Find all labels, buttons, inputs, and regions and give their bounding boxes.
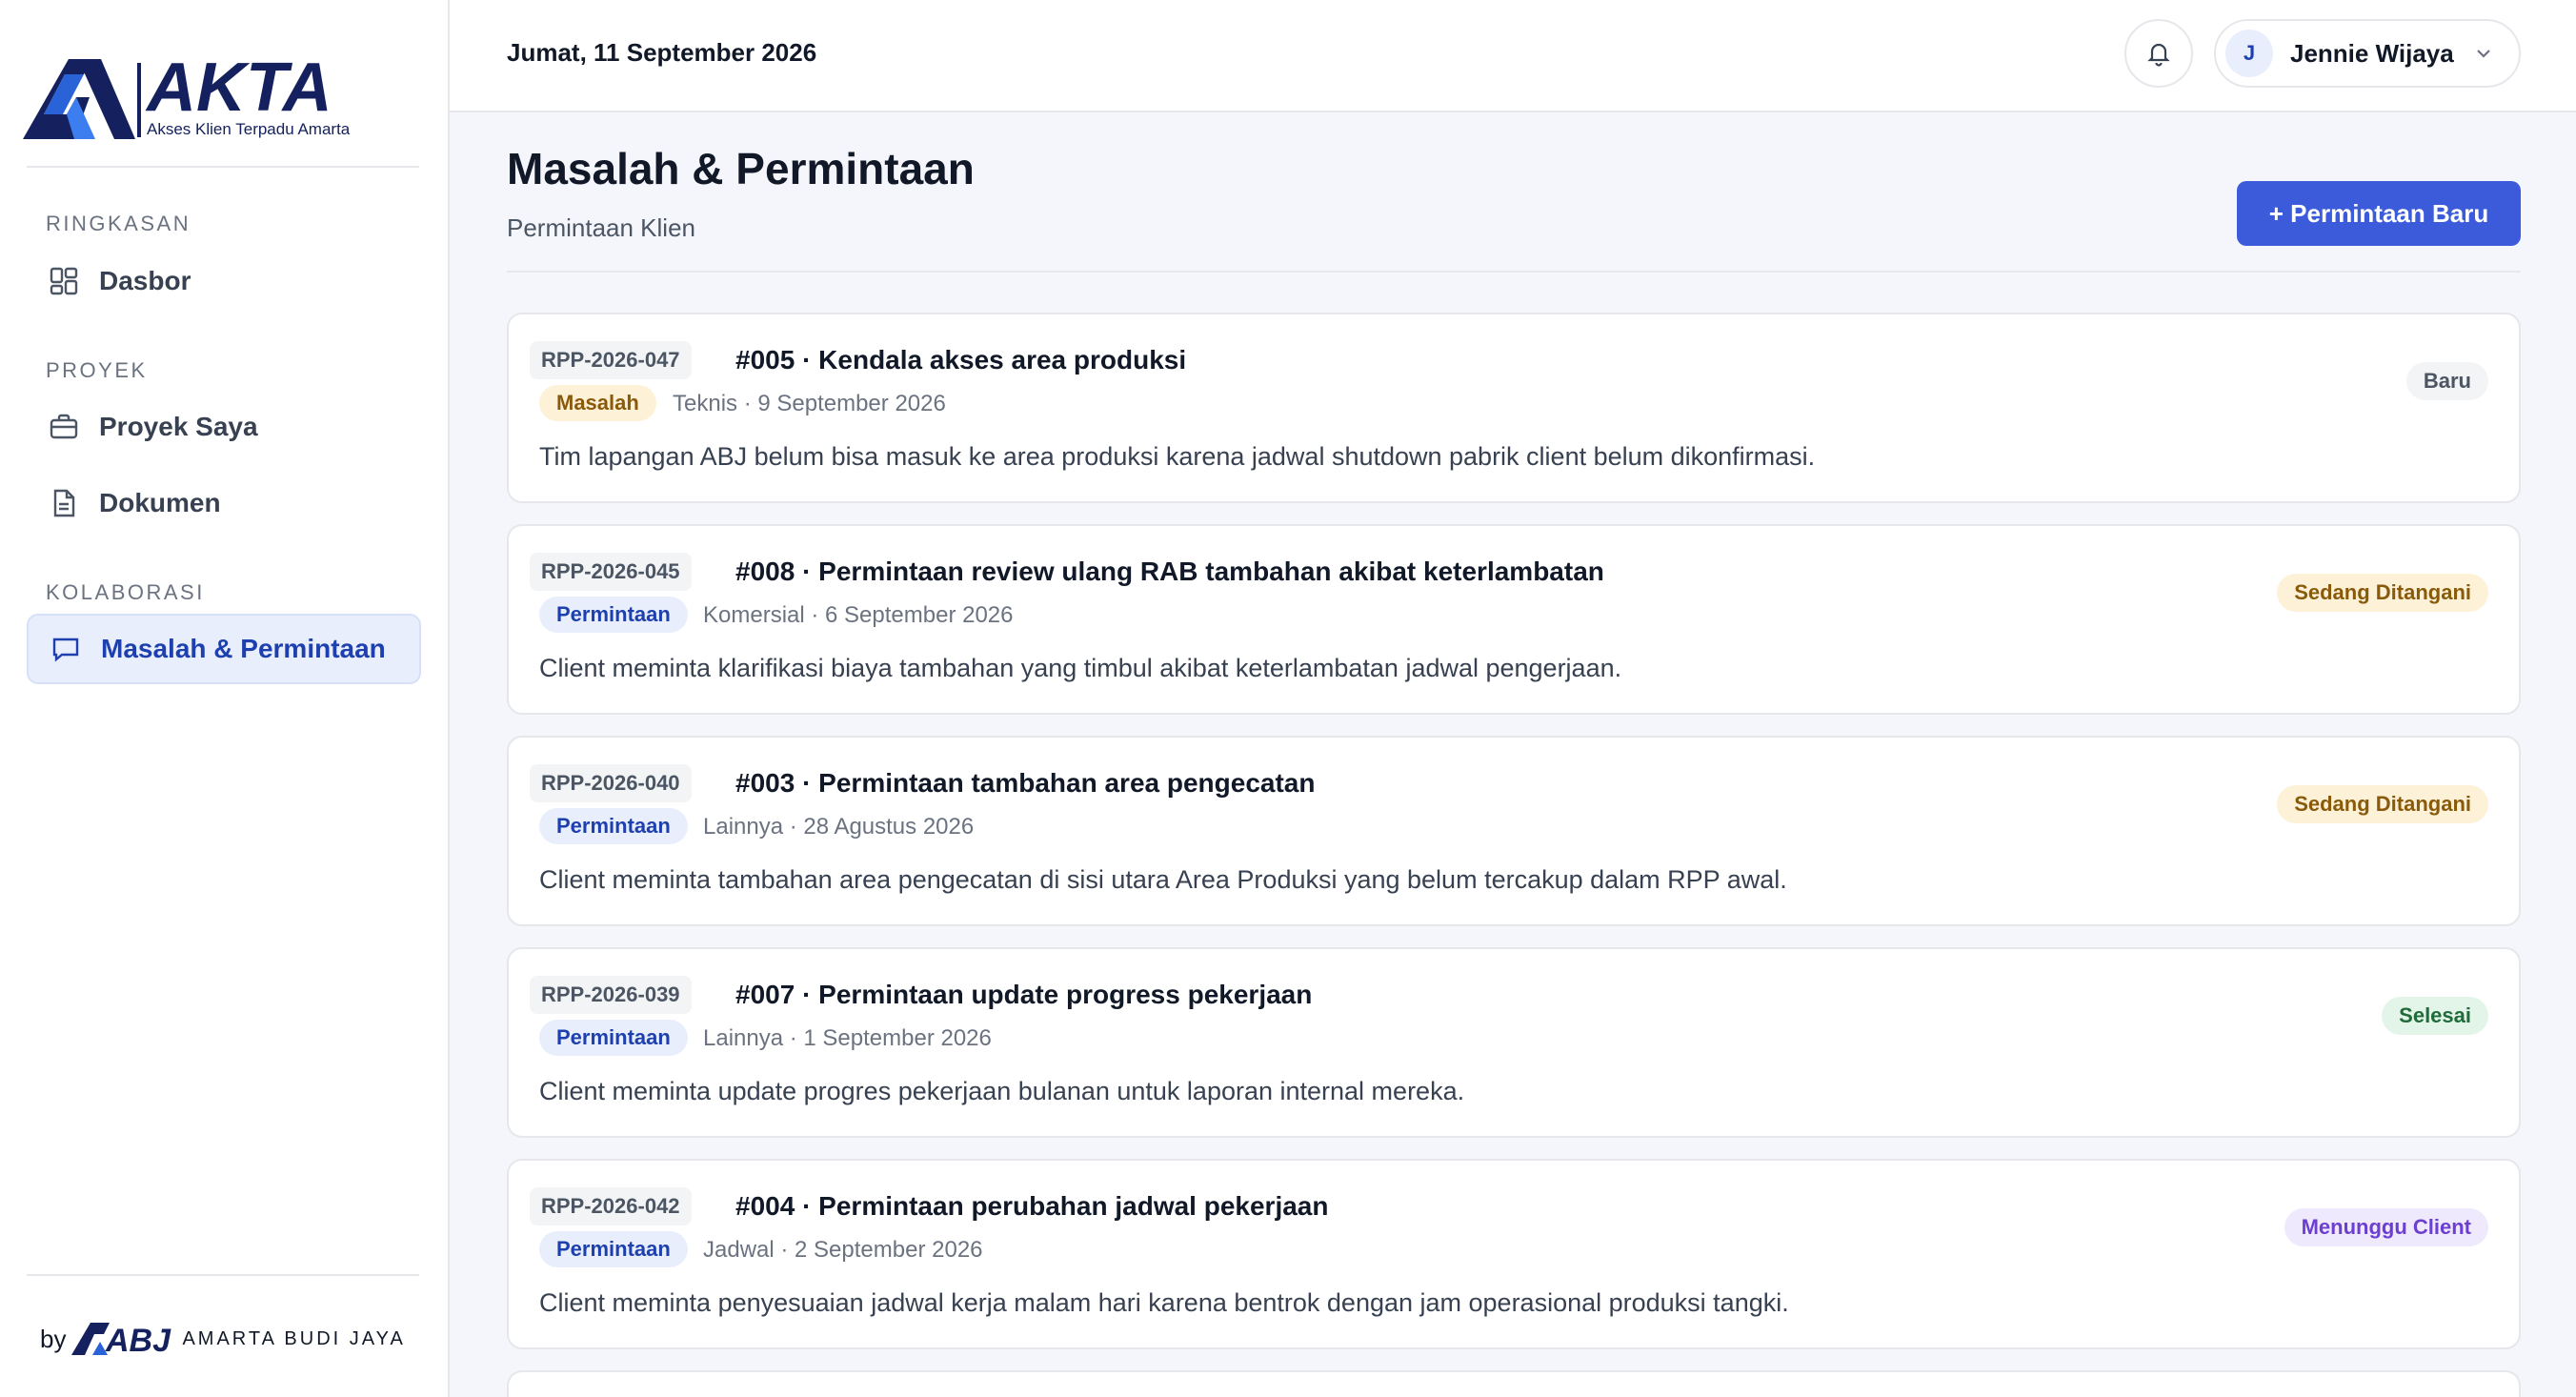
request-title: #004 · Permintaan perubahan jadwal peker… xyxy=(735,1191,1329,1221)
request-code: RPP-2026-045 xyxy=(530,553,692,591)
sidebar-item-masalah-permintaan[interactable]: Masalah & Permintaan xyxy=(27,614,421,684)
request-code: RPP-2026-047 xyxy=(530,341,692,379)
request-type-badge: Permintaan xyxy=(539,1231,688,1267)
divider xyxy=(27,1274,419,1276)
sidebar-item-label: Dasbor xyxy=(99,266,191,295)
nav-section-kolaborasi: KOLABORASI xyxy=(46,580,205,604)
document-icon xyxy=(48,487,80,519)
request-card[interactable]: RPP-2026-045 #008 · Permintaan review ul… xyxy=(507,524,2521,715)
footer-by: by xyxy=(40,1324,67,1353)
user-name: Jennie Wijaya xyxy=(2290,38,2454,68)
request-card[interactable]: RPP-2026-047 #005 · Kendala akses area p… xyxy=(507,313,2521,503)
request-card[interactable] xyxy=(507,1370,2521,1397)
request-code: RPP-2026-040 xyxy=(530,764,692,802)
divider xyxy=(507,271,2521,273)
request-code: RPP-2026-039 xyxy=(530,976,692,1014)
request-description: Client meminta klarifikasi biaya tambaha… xyxy=(539,654,1622,682)
request-meta: Jadwal · 2 September 2026 xyxy=(703,1237,983,1263)
request-type-badge: Permintaan xyxy=(539,1020,688,1056)
logo-tagline: Akses Klien Terpadu Amarta xyxy=(147,120,351,138)
request-type-badge: Permintaan xyxy=(539,597,688,633)
briefcase-icon xyxy=(48,411,80,443)
page-title: Masalah & Permintaan xyxy=(507,144,975,193)
chevron-down-icon xyxy=(2476,50,2490,58)
status-badge: Baru xyxy=(2405,362,2488,400)
logo-text: AKTA xyxy=(145,57,332,126)
request-meta: Lainnya · 1 September 2026 xyxy=(703,1025,992,1051)
status-badge: Sedang Ditangani xyxy=(2277,785,2488,823)
abj-logo-icon: ABJ xyxy=(71,1323,172,1357)
sidebar: AKTA Akses Klien Terpadu Amarta RINGKASA… xyxy=(0,0,450,1397)
bell-icon xyxy=(2147,43,2170,67)
status-badge: Menunggu Client xyxy=(2284,1208,2488,1246)
sidebar-item-dokumen[interactable]: Dokumen xyxy=(27,468,421,538)
footer-logo-text: ABJ xyxy=(105,1323,171,1357)
request-meta: Komersial · 6 September 2026 xyxy=(703,602,1014,628)
dashboard-icon xyxy=(48,265,80,297)
sidebar-item-label: Masalah & Permintaan xyxy=(101,634,386,663)
nav-section-proyek: PROYEK xyxy=(46,358,148,382)
current-date: Jumat, 11 September 2026 xyxy=(507,38,817,67)
main-content: Jumat, 11 September 2026 J Jennie Wijaya… xyxy=(450,0,2576,1397)
request-card[interactable]: RPP-2026-040 #003 · Permintaan tambahan … xyxy=(507,736,2521,926)
akta-logo[interactable]: AKTA Akses Klien Terpadu Amarta xyxy=(23,50,421,141)
notification-button[interactable] xyxy=(2124,19,2193,88)
new-request-button[interactable]: + Permintaan Baru xyxy=(2237,181,2521,246)
request-list: RPP-2026-047 #005 · Kendala akses area p… xyxy=(507,313,2521,1397)
footer-company-name: AMARTA BUDI JAYA xyxy=(182,1327,406,1349)
request-meta: Teknis · 9 September 2026 xyxy=(673,391,946,416)
request-title: #005 · Kendala akses area produksi xyxy=(735,345,1187,375)
request-code: RPP-2026-042 xyxy=(530,1187,692,1225)
status-badge: Selesai xyxy=(2382,997,2488,1035)
request-type-badge: Permintaan xyxy=(539,808,688,844)
page-subtitle: Permintaan Klien xyxy=(507,213,695,242)
request-card[interactable]: RPP-2026-039 #007 · Permintaan update pr… xyxy=(507,947,2521,1138)
request-card[interactable]: RPP-2026-042 #004 · Permintaan perubahan… xyxy=(507,1159,2521,1349)
sidebar-item-label: Dokumen xyxy=(99,488,221,517)
status-badge: Sedang Ditangani xyxy=(2277,574,2488,612)
divider xyxy=(27,166,419,168)
request-title: #007 · Permintaan update progress pekerj… xyxy=(735,980,1313,1009)
request-title: #003 · Permintaan tambahan area pengecat… xyxy=(735,768,1316,798)
avatar: J xyxy=(2225,30,2273,77)
request-title: #008 · Permintaan review ulang RAB tamba… xyxy=(735,557,1604,586)
nav-section-ringkasan: RINGKASAN xyxy=(46,212,191,235)
request-description: Tim lapangan ABJ belum bisa masuk ke are… xyxy=(539,442,1816,471)
request-meta: Lainnya · 28 Agustus 2026 xyxy=(703,814,975,840)
akta-logo-icon: AKTA Akses Klien Terpadu Amarta xyxy=(23,50,351,139)
request-description: Client meminta update progres pekerjaan … xyxy=(539,1077,1465,1105)
request-description: Client meminta tambahan area pengecatan … xyxy=(539,865,1787,894)
chat-icon xyxy=(50,633,82,665)
topbar: Jumat, 11 September 2026 J Jennie Wijaya xyxy=(450,0,2576,112)
request-description: Client meminta penyesuaian jadwal kerja … xyxy=(539,1288,1789,1317)
sidebar-item-proyek-saya[interactable]: Proyek Saya xyxy=(27,392,421,462)
sidebar-item-label: Proyek Saya xyxy=(99,412,258,441)
user-menu-button[interactable]: J Jennie Wijaya xyxy=(2214,19,2521,88)
abj-footer-logo: by ABJ AMARTA BUDI JAYA xyxy=(40,1321,406,1357)
request-type-badge: Masalah xyxy=(539,385,656,421)
sidebar-item-dasbor[interactable]: Dasbor xyxy=(27,246,421,316)
